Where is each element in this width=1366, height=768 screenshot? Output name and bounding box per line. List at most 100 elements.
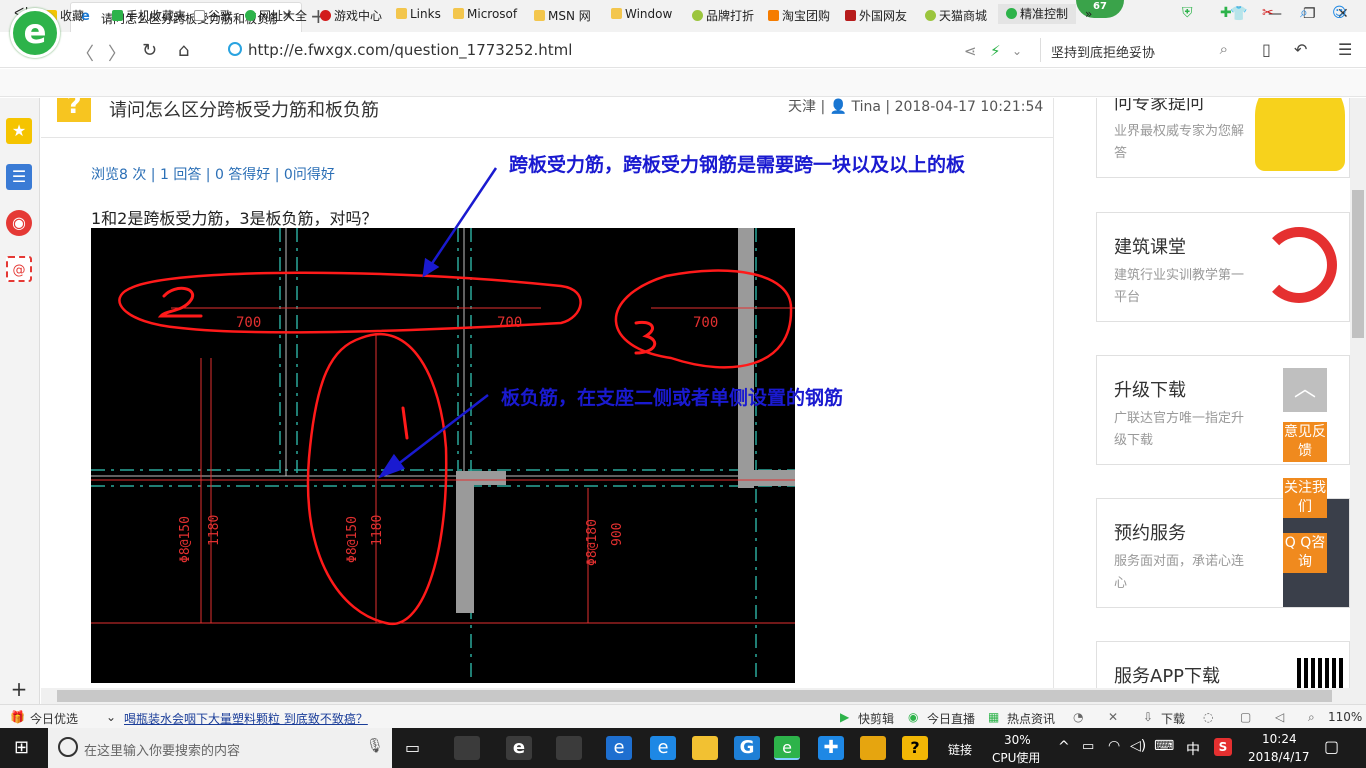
bookmark-item[interactable]: 品牌打折 — [692, 7, 754, 24]
app-g-icon[interactable]: G — [734, 736, 760, 760]
card-desc: 服务面对面，承诺心连心 — [1114, 554, 1245, 591]
active-browser-icon[interactable]: e — [774, 736, 800, 760]
bookmark-item[interactable]: 淘宝团购 — [768, 7, 830, 24]
bookmark-item[interactable]: Microsof — [453, 7, 517, 21]
zoom-icon[interactable]: ⌕ — [1308, 710, 1315, 725]
clock-date[interactable]: 2018/4/17 — [1248, 750, 1310, 764]
shield-icon[interactable]: ⛨ — [1182, 5, 1193, 21]
page-content: ? 请问怎么区分跨板受力筋和板负筋 天津 | 👤 Tina | 2018-04-… — [41, 98, 1366, 688]
device-icon[interactable]: ▯ — [1262, 40, 1271, 59]
windows-start-icon[interactable]: ⊞ — [14, 737, 29, 758]
help-app-icon[interactable]: ? — [902, 736, 928, 760]
ask-expert-card[interactable]: 问专家提问 业界最权威专家为您解答 — [1096, 98, 1350, 178]
zoom-icon[interactable]: ⌕ — [1300, 5, 1308, 21]
news-link[interactable]: 喝瓶装水会咽下大量塑料颗粒 到底致不致癌？ — [124, 710, 368, 727]
bookmark-item[interactable]: 网址大全 — [245, 7, 307, 24]
status-item[interactable]: 快剪辑 — [858, 710, 894, 727]
taskbar-search-input[interactable]: 在这里输入你要搜索的内容 🎙 — [48, 728, 392, 768]
sound-icon[interactable]: ◁ — [1275, 710, 1284, 724]
zoom-level[interactable]: 110% — [1328, 710, 1362, 724]
bookmark-item[interactable]: 手机收藏夹 — [112, 7, 186, 24]
ie-icon[interactable]: e — [650, 736, 676, 760]
bookmark-item[interactable]: Window — [611, 7, 672, 21]
card-title: 预约服务 — [1114, 523, 1186, 544]
microphone-icon[interactable]: 🎙 — [366, 738, 384, 754]
scissors-icon[interactable]: ✂ — [1262, 5, 1274, 21]
course-logo-icon — [1261, 227, 1337, 303]
today-picks[interactable]: 今日优选 — [30, 710, 78, 727]
clock-time[interactable]: 10:24 — [1262, 732, 1297, 746]
add-sidebar-icon[interactable]: + — [6, 676, 32, 702]
annotation-overlay: 跨板受力筋，跨板受力钢筋是需要跨一块以及以上的板 板负筋，在支座二侧或者单侧设置… — [377, 153, 966, 479]
file-explorer-icon[interactable] — [692, 736, 718, 760]
card-desc: 建筑行业实训教学第一平台 — [1114, 268, 1245, 305]
gift-icon: 🎁 — [10, 710, 25, 724]
search-icon[interactable]: ⌕ — [1220, 40, 1228, 58]
menu-icon[interactable]: ☰ — [1338, 40, 1352, 59]
status-item[interactable]: 热点资讯 — [1007, 710, 1055, 727]
window-icon[interactable]: ▢ — [1240, 710, 1251, 724]
bookmark-item[interactable]: 外国网友 — [845, 7, 907, 24]
home-icon[interactable]: ⌂ — [178, 40, 189, 61]
notes-app-icon[interactable] — [860, 736, 886, 760]
refresh-icon[interactable]: ↻ — [142, 40, 157, 61]
app-pinwheel-icon[interactable] — [454, 736, 480, 760]
bookmark-item[interactable]: 游戏中心 — [320, 7, 382, 24]
bookmark-item[interactable]: Links — [396, 7, 441, 21]
reader-icon[interactable]: ☰ — [6, 164, 32, 190]
vertical-scrollbar[interactable] — [1350, 98, 1366, 688]
ime-indicator[interactable]: 中 — [1186, 739, 1200, 759]
translate-icon[interactable]: ✚ — [1220, 5, 1232, 21]
feedback-button[interactable]: 意见反馈 — [1283, 422, 1327, 462]
search-input[interactable]: 坚持到底拒绝妥协 ⌕ — [1040, 38, 1240, 62]
weibo-icon[interactable]: ◉ — [6, 210, 32, 236]
tools-icon[interactable]: ✕ — [1108, 710, 1118, 724]
more-bookmarks-icon[interactable]: » — [1085, 7, 1092, 21]
chevron-down-icon[interactable]: ⌄ — [106, 710, 116, 724]
keyboard-icon[interactable]: ⌨ — [1154, 738, 1174, 754]
undo-icon[interactable]: ↶ — [1294, 40, 1307, 59]
skin-icon[interactable]: 👕 — [1230, 6, 1247, 22]
profile-icon[interactable]: ☺ — [1332, 5, 1347, 21]
taskbar-link-label[interactable]: 链接 — [948, 741, 972, 758]
share-icon[interactable]: ⋖ — [964, 42, 977, 60]
show-hidden-icons[interactable]: ^ — [1058, 739, 1070, 755]
app-download-card[interactable]: 服务APP下载 — [1096, 641, 1350, 688]
accelerate-icon[interactable]: ◔ — [1073, 710, 1083, 724]
bookmark-item[interactable]: 天猫商城 — [925, 7, 987, 24]
favorites-icon[interactable]: ★ — [6, 118, 32, 144]
qr-code-image — [1297, 658, 1345, 688]
horizontal-scroll-thumb[interactable] — [57, 690, 1332, 702]
follow-us-button[interactable]: 关注我们 — [1283, 478, 1327, 518]
bookmark-item[interactable]: MSN 网 — [534, 7, 591, 24]
task-view-icon[interactable]: ▭ — [405, 738, 420, 757]
back-icon[interactable]: 〈 — [76, 40, 94, 66]
search-text: 坚持到底拒绝妥协 — [1051, 46, 1156, 61]
battery-icon[interactable]: ▭ — [1082, 739, 1094, 754]
edge-icon[interactable]: e — [606, 736, 632, 760]
browser-e-icon[interactable]: e — [506, 736, 532, 760]
bookmark-item[interactable]: 精准控制 — [998, 4, 1077, 24]
vertical-scroll-thumb[interactable] — [1352, 190, 1364, 338]
card-desc: 广联达官方唯一指定升级下载 — [1114, 411, 1245, 448]
bookmark-item[interactable]: 谷歌 — [194, 7, 232, 24]
status-item[interactable]: 下载 — [1161, 710, 1185, 727]
browser-logo[interactable]: e — [10, 8, 60, 58]
app-swirl-icon[interactable] — [556, 736, 582, 760]
email-icon[interactable]: @ — [6, 256, 32, 282]
url-field[interactable]: http://e.fwxgx.com/question_1773252.html — [228, 38, 948, 62]
notification-center-icon[interactable]: ▢ — [1324, 737, 1339, 756]
status-item[interactable]: 今日直播 — [927, 710, 975, 727]
clean-icon[interactable]: ◌ — [1203, 710, 1213, 724]
qq-consult-button[interactable]: Q Q咨询 — [1283, 533, 1327, 573]
flash-icon[interactable]: ⚡ — [990, 42, 1001, 60]
back-to-top-button[interactable]: ︿ — [1283, 368, 1327, 412]
app-plus-icon[interactable]: ✚ — [818, 736, 844, 760]
volume-icon[interactable]: ◁) — [1130, 738, 1146, 754]
cpu-value: 30% — [1004, 733, 1031, 747]
forward-icon[interactable]: 〉 — [108, 40, 126, 66]
dropdown-icon[interactable]: ⌄ — [1012, 44, 1022, 58]
wifi-icon[interactable]: ◠ — [1108, 738, 1120, 754]
course-card[interactable]: 建筑课堂 建筑行业实训教学第一平台 — [1096, 212, 1350, 322]
sogou-ime-icon[interactable]: S — [1214, 738, 1232, 756]
